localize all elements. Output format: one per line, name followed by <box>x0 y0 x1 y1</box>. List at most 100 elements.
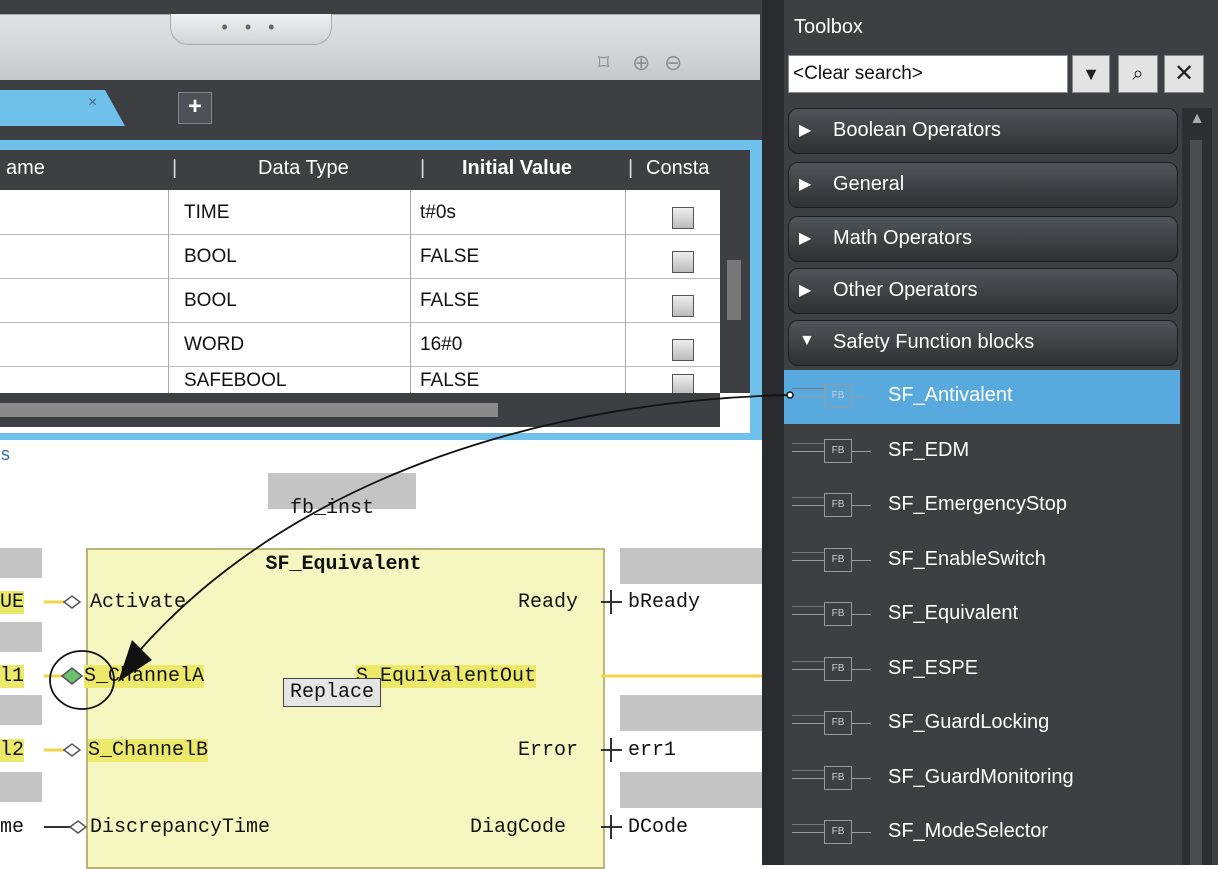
function-block-icon: FB <box>824 547 852 572</box>
constant-checkbox[interactable] <box>672 207 694 229</box>
input-var-slot[interactable] <box>0 695 42 725</box>
input-var-slot[interactable] <box>0 622 42 652</box>
input-var-channel-a[interactable]: l1 <box>0 665 25 688</box>
section-label: s <box>0 446 11 466</box>
header-separator: | <box>628 157 634 179</box>
expand-arrow-icon: ▶ <box>799 122 812 139</box>
cell-data-type[interactable]: BOOL <box>184 246 237 268</box>
pin-discrepancy-time[interactable]: DiscrepancyTime <box>90 816 270 839</box>
function-block-icon: FB <box>824 656 852 681</box>
panel-grip-handle[interactable]: • • • <box>170 14 332 45</box>
toolbox-item-sf-equivalent[interactable]: FB SF_Equivalent <box>784 588 1180 642</box>
pin-error[interactable]: Error <box>518 739 578 762</box>
fb-wire-icon <box>792 832 824 833</box>
category-other-operators[interactable]: ▶ Other Operators <box>788 268 1178 314</box>
cell-initial-value[interactable]: FALSE <box>420 246 479 268</box>
function-block-icon: FB <box>824 438 852 463</box>
toolbox-item-sf-modeselector[interactable]: FB SF_ModeSelector <box>784 806 1180 860</box>
toolbox-item-label: SF_GuardLocking <box>888 711 1050 733</box>
fit-view-icon[interactable]: ⌑ <box>598 50 609 76</box>
pin-activate[interactable]: Activate <box>90 591 186 614</box>
table-row[interactable]: SAFEBOOL FALSE <box>0 366 720 396</box>
header-name[interactable]: ame <box>6 157 45 180</box>
pin-s-channel-a[interactable]: S_ChannelA <box>84 665 205 688</box>
fb-wire-icon <box>792 715 824 716</box>
input-var-slot[interactable] <box>0 772 42 802</box>
cell-data-type[interactable]: TIME <box>184 202 229 224</box>
table-vertical-scroll-thumb[interactable] <box>727 260 741 320</box>
toolbox-item-sf-antivalent[interactable]: FB SF_Antivalent <box>784 370 1180 424</box>
header-initial-value[interactable]: Initial Value <box>462 157 572 180</box>
clear-search-button[interactable]: ✕ <box>1164 55 1204 93</box>
cell-data-type[interactable]: SAFEBOOL <box>184 370 286 392</box>
cell-initial-value[interactable]: FALSE <box>420 290 479 312</box>
cell-initial-value[interactable]: t#0s <box>420 202 456 224</box>
cell-initial-value[interactable]: FALSE <box>420 370 479 392</box>
toolbox-scroll-thumb[interactable] <box>1190 140 1202 865</box>
category-safety-function-blocks[interactable]: ▼ Safety Function blocks <box>788 320 1178 366</box>
output-var-slot[interactable] <box>620 695 762 731</box>
header-constant[interactable]: Consta <box>646 157 709 180</box>
search-icon[interactable]: ⌕ <box>1118 55 1158 93</box>
fb-wire-icon <box>792 668 824 670</box>
constant-checkbox[interactable] <box>672 251 694 273</box>
fb-wire-icon <box>792 450 824 452</box>
table-horizontal-scroll-thumb[interactable] <box>0 403 498 417</box>
search-dropdown-button[interactable]: ▼ <box>1072 55 1110 93</box>
fb-wire-icon <box>851 668 871 670</box>
pin-s-channel-b[interactable]: S_ChannelB <box>88 739 209 762</box>
constant-checkbox[interactable] <box>672 295 694 317</box>
category-label: Boolean Operators <box>833 119 1001 141</box>
toolbox-item-sf-guardmonitoring[interactable]: FB SF_GuardMonitoring <box>784 752 1180 806</box>
table-row[interactable]: BOOL FALSE <box>0 278 720 323</box>
input-var-channel-b[interactable]: l2 <box>0 739 25 762</box>
category-label: General <box>833 173 905 195</box>
table-row[interactable]: BOOL FALSE <box>0 234 720 279</box>
fb-wire-icon <box>792 497 824 498</box>
input-var-slot[interactable] <box>0 548 42 578</box>
toolbox-item-sf-edm[interactable]: FB SF_EDM <box>784 425 1180 479</box>
pin-diag-code[interactable]: DiagCode <box>470 816 566 839</box>
constant-checkbox[interactable] <box>672 339 694 361</box>
toolbox-item-label: SF_GuardMonitoring <box>888 765 1074 788</box>
toolbox-item-sf-espe[interactable]: FB SF_ESPE <box>784 643 1180 697</box>
pane-splitter[interactable] <box>762 0 784 865</box>
table-row[interactable]: WORD 16#0 <box>0 322 720 367</box>
fb-wire-icon <box>851 832 871 833</box>
pin-ready[interactable]: Ready <box>518 591 578 614</box>
category-math-operators[interactable]: ▶ Math Operators <box>788 216 1178 262</box>
toolbox-item-sf-enableswitch[interactable]: FB SF_EnableSwitch <box>784 534 1180 588</box>
output-var-slot[interactable] <box>620 772 762 808</box>
cell-data-type[interactable]: WORD <box>184 334 244 356</box>
table-row[interactable]: TIME t#0s <box>0 190 720 235</box>
input-var-activate[interactable]: UE <box>0 591 25 614</box>
toolbox-item-sf-emergencystop[interactable]: FB SF_EmergencyStop <box>784 479 1180 533</box>
fb-wire-icon <box>792 824 824 825</box>
scroll-up-icon[interactable]: ▲ <box>1184 110 1210 138</box>
pin-s-equivalent-out[interactable]: S_EquivalentOut <box>356 665 537 688</box>
cell-initial-value[interactable]: 16#0 <box>420 334 462 356</box>
tab-active[interactable] <box>0 90 125 126</box>
header-separator: | <box>172 157 178 179</box>
variable-table-header: ame | Data Type | Initial Value | Consta <box>0 150 720 190</box>
tab-close-icon[interactable]: × <box>88 94 97 112</box>
category-label: Math Operators <box>833 227 972 249</box>
output-var-slot[interactable] <box>620 548 762 584</box>
output-var-diag[interactable]: DCode <box>628 816 688 839</box>
toolbox-search-input[interactable]: <Clear search> <box>788 55 1068 93</box>
output-var-ready[interactable]: bReady <box>628 591 700 614</box>
category-boolean-operators[interactable]: ▶ Boolean Operators <box>788 108 1178 154</box>
fb-wire-icon <box>792 660 824 662</box>
fb-wire-icon <box>792 396 824 397</box>
category-general[interactable]: ▶ General <box>788 162 1178 208</box>
add-tab-button[interactable]: + <box>178 92 212 124</box>
input-var-discrepancy[interactable]: me <box>0 816 24 839</box>
function-block-icon: FB <box>824 384 852 408</box>
cell-data-type[interactable]: BOOL <box>184 290 237 312</box>
zoom-out-icon[interactable]: ⊖ <box>664 50 682 76</box>
toolbox-item-sf-guardlocking[interactable]: FB SF_GuardLocking <box>784 697 1180 751</box>
header-data-type[interactable]: Data Type <box>258 157 349 180</box>
zoom-in-icon[interactable]: ⊕ <box>632 50 650 76</box>
fb-wire-icon <box>851 614 871 615</box>
output-var-error[interactable]: err1 <box>628 739 676 762</box>
